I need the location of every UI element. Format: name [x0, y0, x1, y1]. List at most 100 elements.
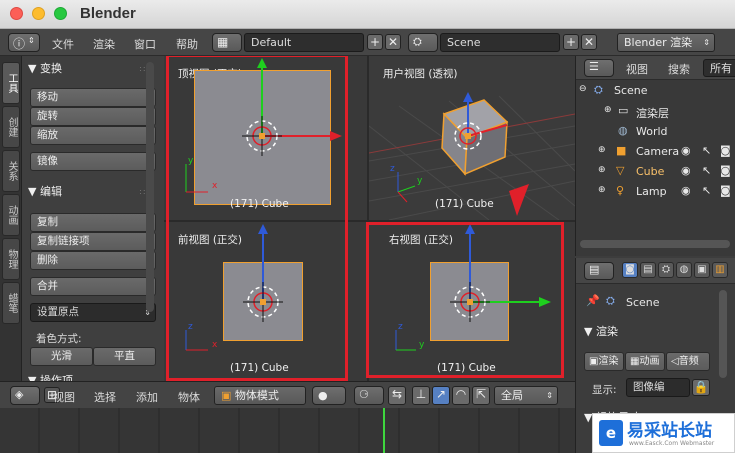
join-button[interactable]: 合并: [30, 277, 156, 296]
minimize-window-button[interactable]: [32, 7, 45, 20]
outliner-item-world[interactable]: ◍ World: [576, 123, 735, 143]
render-panel-header[interactable]: ▼ 渲染: [584, 323, 618, 339]
close-window-button[interactable]: [10, 7, 23, 20]
outliner-item-lamp[interactable]: ⊕ ♀ Lamp ◉ ↖ ◙: [576, 183, 735, 203]
render-tab-icon[interactable]: ◙: [622, 262, 638, 278]
world-icon: ◍: [618, 124, 628, 137]
outliner-item-scene[interactable]: ⊖ ⛭ Scene: [576, 82, 735, 102]
eye-icon[interactable]: ◉: [681, 144, 691, 157]
manipulator-toggle-icon[interactable]: ⇆: [388, 386, 406, 405]
translate-active-icon[interactable]: ↗: [432, 386, 450, 405]
3d-viewport[interactable]: 顶视图 (正交) y x (171) Cube 用户视图 (透视): [164, 56, 575, 381]
editor-type-button[interactable]: ⓘ ⇕: [8, 33, 40, 52]
cursor-icon[interactable]: ↖: [702, 144, 711, 157]
expand-icon[interactable]: ⊕: [598, 185, 606, 195]
edit-panel-header[interactable]: ▼ 编辑: [28, 183, 62, 199]
menu-file[interactable]: 文件: [52, 36, 74, 52]
modifiers-tab-icon[interactable]: ▥: [712, 262, 728, 278]
delete-button[interactable]: 删除: [30, 251, 156, 270]
cursor-icon[interactable]: ↖: [702, 164, 711, 177]
menu-object[interactable]: 物体: [178, 389, 200, 405]
scene-selector[interactable]: ⛭: [408, 33, 438, 52]
menu-add[interactable]: 添加: [136, 389, 158, 405]
scale-manipulator-icon[interactable]: ⇱: [472, 386, 490, 405]
move-button[interactable]: 移动: [30, 88, 156, 107]
render-camera-icon[interactable]: ◙: [720, 184, 731, 197]
render-audio-button[interactable]: ◁音频: [666, 352, 710, 371]
outliner-item-camera[interactable]: ⊕ ■ Camera ◉ ↖ ◙: [576, 143, 735, 163]
user-persp-view[interactable]: 用户视图 (透视) y z (171) Cube: [369, 56, 575, 220]
tab-physics[interactable]: 物理: [2, 238, 20, 280]
eye-icon[interactable]: ◉: [681, 164, 691, 177]
collapse-icon[interactable]: ⊖: [579, 84, 587, 94]
set-origin-label: 设置原点: [37, 306, 79, 318]
tab-grease-pencil[interactable]: 蜡笔: [2, 282, 20, 324]
set-origin-select[interactable]: 设置原点 ⇕: [30, 303, 156, 322]
add-scene-icon[interactable]: +: [563, 34, 579, 50]
remove-scene-icon[interactable]: ✕: [581, 34, 597, 50]
world-tab-icon[interactable]: ◍: [676, 262, 692, 278]
menu-help[interactable]: 帮助: [176, 36, 198, 52]
mirror-button[interactable]: 镜像: [30, 152, 156, 171]
translate-manipulator-icon[interactable]: ⊥: [412, 386, 430, 405]
render-layers-tab-icon[interactable]: ▤: [640, 262, 656, 278]
editor-type-button[interactable]: ▤: [584, 262, 614, 280]
object-tab-icon[interactable]: ▣: [694, 262, 710, 278]
expand-icon[interactable]: ⊕: [604, 105, 612, 115]
maximize-window-button[interactable]: [54, 7, 67, 20]
current-frame-marker[interactable]: [383, 408, 385, 453]
transform-panel-header[interactable]: ▼ 变换: [28, 60, 62, 76]
screen-layout-selector[interactable]: ▦: [212, 33, 242, 52]
editor-type-button[interactable]: ☰: [584, 59, 614, 77]
menu-view[interactable]: 视图: [53, 389, 75, 405]
transform-orientation-select[interactable]: 全局 ⇕: [494, 386, 558, 405]
properties-scrollbar[interactable]: [719, 290, 727, 378]
tool-shelf: ▼ 变换 :::: 移动 旋转 缩放 镜像 ▼ 编辑 :::: 复制 复制链接项…: [22, 56, 164, 387]
outliner-item-render-layers[interactable]: ⊕ ▭ 渲染层: [576, 103, 735, 123]
display-mode-select[interactable]: 图像编: [626, 378, 690, 397]
tab-tools[interactable]: 工具: [2, 62, 20, 104]
pivot-point-select[interactable]: ⚆: [354, 386, 384, 405]
eye-icon[interactable]: ◉: [681, 184, 691, 197]
render-image-button[interactable]: ▣渲染: [584, 352, 624, 371]
expand-icon[interactable]: ⊕: [598, 145, 606, 155]
flat-button[interactable]: 平直: [93, 347, 156, 366]
menu-render[interactable]: 渲染: [93, 36, 115, 52]
menu-select[interactable]: 选择: [94, 389, 116, 405]
display-filter-select[interactable]: 所有: [703, 59, 735, 77]
remove-layout-icon[interactable]: ✕: [385, 34, 401, 50]
scene-tab-icon[interactable]: ⛭: [658, 262, 674, 278]
add-layout-icon[interactable]: +: [367, 34, 383, 50]
tool-shelf-scrollbar[interactable]: [146, 62, 154, 312]
pin-icon[interactable]: 📌: [586, 294, 600, 307]
render-camera-icon[interactable]: ◙: [720, 164, 731, 177]
rotate-button[interactable]: 旋转: [30, 107, 156, 126]
timeline[interactable]: [0, 408, 575, 453]
outliner-item-label: Scene: [614, 84, 648, 97]
menu-search[interactable]: 搜索: [668, 61, 690, 77]
cursor-icon[interactable]: ↖: [702, 184, 711, 197]
interaction-mode-select[interactable]: ▣ 物体模式: [214, 386, 306, 405]
tab-animation[interactable]: 动画: [2, 194, 20, 236]
menu-window[interactable]: 窗口: [134, 36, 156, 52]
outliner-scrollbar[interactable]: [580, 240, 730, 248]
render-animation-button[interactable]: ▦动画: [625, 352, 665, 371]
screen-layout-field[interactable]: Default: [244, 33, 364, 52]
menu-view[interactable]: 视图: [626, 61, 648, 77]
scale-button[interactable]: 缩放: [30, 126, 156, 145]
tab-relations[interactable]: 关系: [2, 150, 20, 192]
rotate-manipulator-icon[interactable]: ◠: [452, 386, 470, 405]
lock-interface-icon[interactable]: 🔒: [692, 379, 710, 396]
expand-icon[interactable]: ⊕: [598, 165, 606, 175]
outliner-item-cube[interactable]: ⊕ ▽ Cube ◉ ↖ ◙: [576, 163, 735, 183]
smooth-button[interactable]: 光滑: [30, 347, 93, 366]
tab-create[interactable]: 创建: [2, 106, 20, 148]
viewport-shading-select[interactable]: ●: [312, 386, 346, 405]
render-camera-icon[interactable]: ◙: [720, 144, 731, 157]
duplicate-button[interactable]: 复制: [30, 213, 156, 232]
render-engine-select[interactable]: Blender 渲染 ⇕: [617, 33, 715, 52]
highlight-box-right: [366, 222, 564, 378]
scene-field[interactable]: Scene: [440, 33, 560, 52]
duplicate-linked-button[interactable]: 复制链接项: [30, 232, 156, 251]
editor-type-button[interactable]: ◈: [10, 386, 40, 405]
